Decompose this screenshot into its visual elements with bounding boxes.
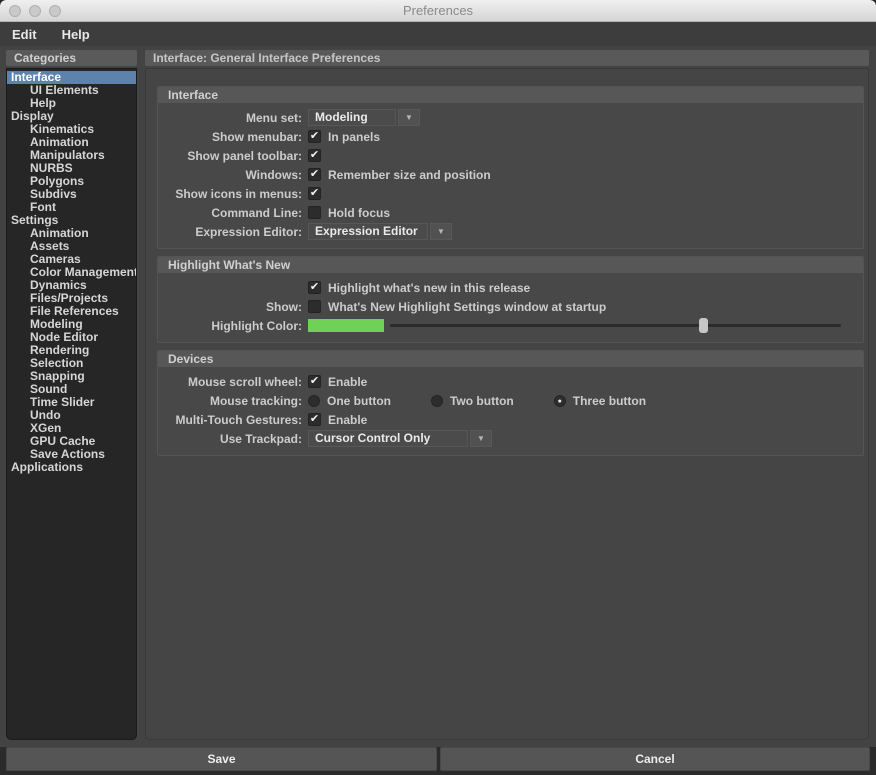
row-menu-set: Menu set: Modeling ▼ xyxy=(158,109,853,126)
row-show-whats-new-window: Show: What's New Highlight Settings wind… xyxy=(158,298,853,315)
whats-new-settings-text: What's New Highlight Settings window at … xyxy=(328,299,607,314)
windows-label: Windows: xyxy=(245,167,302,182)
windows-remember-text: Remember size and position xyxy=(328,167,491,182)
sidebar-item-subdivs[interactable]: Subdivs xyxy=(7,188,136,201)
highlight-color-slider-handle[interactable] xyxy=(699,318,709,333)
row-show-menubar: Show menubar: ✔ In panels xyxy=(158,128,853,145)
two-button-radio-label[interactable]: Two button xyxy=(450,394,514,408)
categories-header: Categories xyxy=(6,50,137,66)
preferences-window: Preferences Edit Help Categories Interfa… xyxy=(0,0,876,775)
menu-bar: Edit Help xyxy=(0,22,876,46)
sidebar-item-animation[interactable]: Animation xyxy=(7,227,136,240)
menu-set-dropdown[interactable]: Modeling ▼ xyxy=(308,109,420,126)
sidebar-item-undo[interactable]: Undo xyxy=(7,409,136,422)
use-trackpad-dropdown[interactable]: Cursor Control Only ▼ xyxy=(308,430,492,447)
row-highlight-color: Highlight Color: xyxy=(158,317,853,334)
row-mouse-tracking: Mouse tracking: One button Two button ● … xyxy=(158,392,853,409)
row-highlight-new: ✔ Highlight what's new in this release xyxy=(158,279,853,296)
window-title: Preferences xyxy=(402,3,474,18)
one-button-radio-label[interactable]: One button xyxy=(327,394,391,408)
section-devices-title: Devices xyxy=(158,351,863,367)
highlight-new-checkbox[interactable]: ✔ xyxy=(308,281,321,294)
multi-touch-enable-checkbox[interactable]: ✔ xyxy=(308,413,321,426)
expression-editor-value[interactable]: Expression Editor xyxy=(308,223,428,240)
menu-set-value[interactable]: Modeling xyxy=(308,109,396,126)
two-button-radio[interactable] xyxy=(430,394,443,407)
cancel-button[interactable]: Cancel xyxy=(440,747,870,771)
chevron-down-icon[interactable]: ▼ xyxy=(398,109,420,126)
sidebar-item-ui-elements[interactable]: UI Elements xyxy=(7,84,136,97)
mouse-scroll-enable-text: Enable xyxy=(328,374,368,389)
save-button[interactable]: Save xyxy=(6,747,437,771)
highlight-color-label: Highlight Color: xyxy=(211,318,302,333)
highlight-new-text: Highlight what's new in this release xyxy=(328,280,531,295)
preferences-panel: Interface Menu set: Modeling ▼ Show menu… xyxy=(145,68,869,740)
mouse-tracking-label: Mouse tracking: xyxy=(209,393,302,408)
command-line-label: Command Line: xyxy=(211,205,302,220)
row-expression-editor: Expression Editor: Expression Editor ▼ xyxy=(158,223,853,240)
page-title: Interface: General Interface Preferences xyxy=(145,50,869,66)
show-panel-toolbar-label: Show panel toolbar: xyxy=(187,148,302,163)
highlight-color-swatch[interactable] xyxy=(308,319,384,332)
mouse-scroll-wheel-label: Mouse scroll wheel: xyxy=(187,374,302,389)
menu-edit[interactable]: Edit xyxy=(12,27,37,42)
three-button-radio-label[interactable]: Three button xyxy=(573,394,646,408)
sidebar-item-applications[interactable]: Applications xyxy=(7,461,136,474)
row-multi-touch: Multi-Touch Gestures: ✔ Enable xyxy=(158,411,853,428)
use-trackpad-value[interactable]: Cursor Control Only xyxy=(308,430,468,447)
slider-track[interactable] xyxy=(390,324,841,327)
footer-bar: Save Cancel xyxy=(0,747,876,775)
row-show-icons: Show icons in menus: ✔ xyxy=(158,185,853,202)
chevron-down-icon[interactable]: ▼ xyxy=(470,430,492,447)
menu-set-label: Menu set: xyxy=(245,110,302,125)
sidebar-item-time-slider[interactable]: Time Slider xyxy=(7,396,136,409)
expression-editor-dropdown[interactable]: Expression Editor ▼ xyxy=(308,223,452,240)
mouse-scroll-enable-checkbox[interactable]: ✔ xyxy=(308,375,321,388)
row-windows: Windows: ✔ Remember size and position xyxy=(158,166,853,183)
menu-help[interactable]: Help xyxy=(62,27,90,42)
section-devices: Devices Mouse scroll wheel: ✔ Enable Mou… xyxy=(157,350,864,456)
section-interface-title: Interface xyxy=(158,87,863,103)
sidebar-item-snapping[interactable]: Snapping xyxy=(7,370,136,383)
title-bar: Preferences xyxy=(0,0,876,22)
multi-touch-enable-text: Enable xyxy=(328,412,368,427)
whats-new-settings-checkbox[interactable] xyxy=(308,300,321,313)
windows-remember-checkbox[interactable]: ✔ xyxy=(308,168,321,181)
section-highlight-whats-new: Highlight What's New ✔ Highlight what's … xyxy=(157,256,864,343)
section-highlight-title: Highlight What's New xyxy=(158,257,863,273)
use-trackpad-label: Use Trackpad: xyxy=(219,431,302,446)
show-label: Show: xyxy=(266,299,302,314)
categories-list[interactable]: Interface UI Elements Help Display Kinematic… xyxy=(6,68,137,740)
row-show-panel-toolbar: Show panel toolbar: ✔ xyxy=(158,147,853,164)
section-interface: Interface Menu set: Modeling ▼ Show menu… xyxy=(157,86,864,249)
show-icons-label: Show icons in menus: xyxy=(175,186,302,201)
chevron-down-icon[interactable]: ▼ xyxy=(430,223,452,240)
row-command-line: Command Line: Hold focus xyxy=(158,204,853,221)
highlight-color-slider[interactable] xyxy=(390,318,841,333)
expression-editor-label: Expression Editor: xyxy=(195,224,302,239)
show-menubar-label: Show menubar: xyxy=(211,129,302,144)
command-line-hold-focus-text: Hold focus xyxy=(328,205,390,220)
show-menubar-checkbox[interactable]: ✔ xyxy=(308,130,321,143)
row-use-trackpad: Use Trackpad: Cursor Control Only ▼ xyxy=(158,430,853,447)
show-panel-toolbar-checkbox[interactable]: ✔ xyxy=(308,149,321,162)
three-button-radio[interactable]: ● xyxy=(553,394,566,407)
show-menubar-text: In panels xyxy=(328,129,381,144)
show-icons-checkbox[interactable]: ✔ xyxy=(308,187,321,200)
multi-touch-label: Multi-Touch Gestures: xyxy=(175,412,302,427)
row-mouse-scroll-wheel: Mouse scroll wheel: ✔ Enable xyxy=(158,373,853,390)
one-button-radio[interactable] xyxy=(308,394,320,407)
command-line-hold-focus-checkbox[interactable] xyxy=(308,206,321,219)
